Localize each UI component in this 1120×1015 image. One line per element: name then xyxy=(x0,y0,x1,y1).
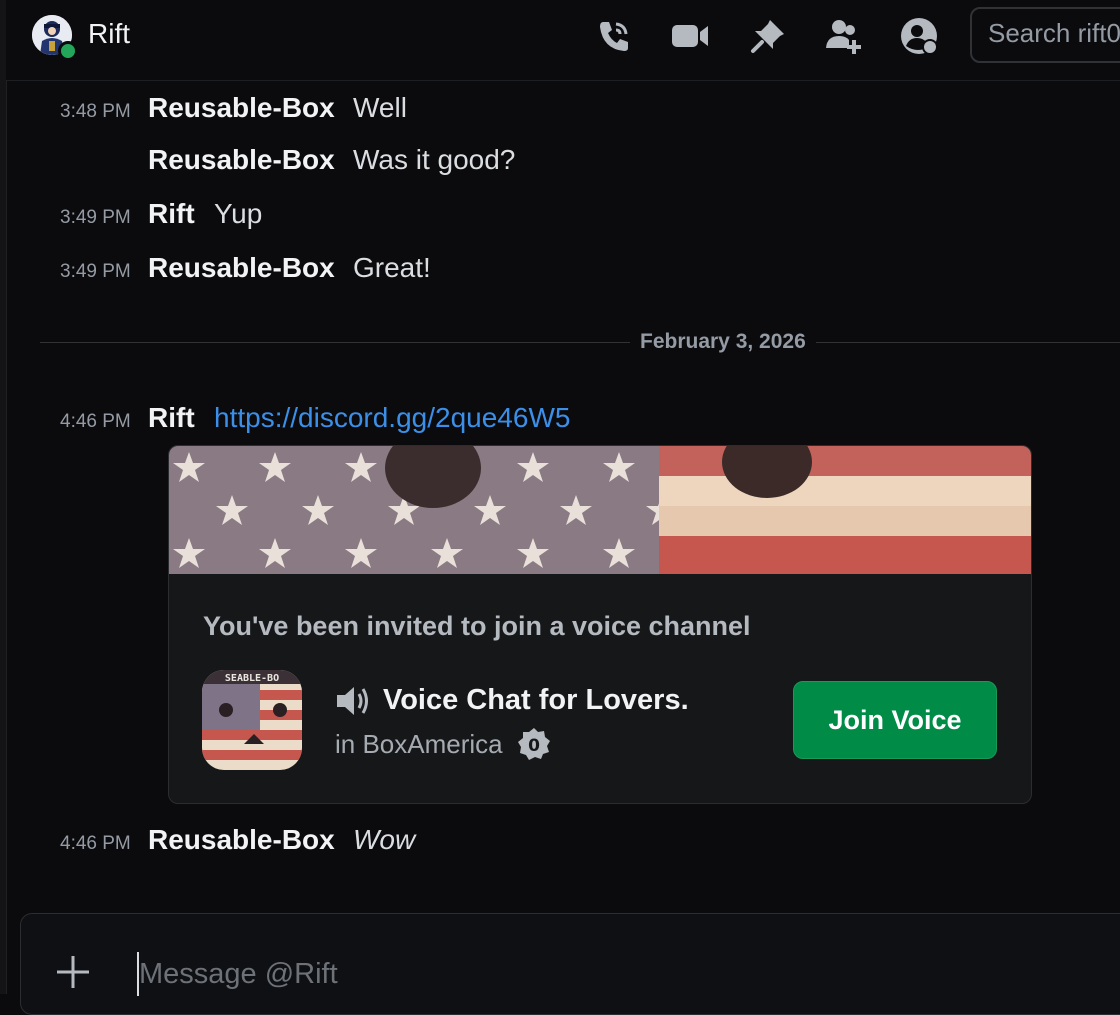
search-box[interactable] xyxy=(970,7,1120,63)
badge-text: 0 xyxy=(528,736,540,756)
voice-channel-name: Voice Chat for Lovers. xyxy=(383,684,689,716)
voice-invite-card: You've been invited to join a voice chan… xyxy=(168,445,1032,804)
date-divider-line xyxy=(40,342,1120,343)
message-author[interactable]: Reusable-Box xyxy=(148,92,335,124)
video-call-icon[interactable] xyxy=(670,16,710,56)
message-timestamp: 4:46 PM xyxy=(60,833,131,854)
voice-call-icon[interactable] xyxy=(594,16,634,56)
search-input[interactable] xyxy=(972,9,1120,57)
message-timestamp: 3:48 PM xyxy=(60,101,131,122)
voice-channel-speaker-icon xyxy=(335,683,371,719)
message-author[interactable]: Reusable-Box xyxy=(148,252,335,284)
server-name: in BoxAmerica xyxy=(335,729,503,759)
add-attachment-plus-icon[interactable] xyxy=(55,954,91,990)
message-text: Great! xyxy=(353,252,431,283)
message-author[interactable]: Rift xyxy=(148,402,195,434)
message-text: Well xyxy=(353,92,407,123)
message-text: Yup xyxy=(214,198,263,229)
message-author[interactable]: Reusable-Box xyxy=(148,144,335,176)
message-timestamp: 4:46 PM xyxy=(60,411,131,432)
user-profile-icon[interactable] xyxy=(899,16,939,56)
date-divider: February 3, 2026 xyxy=(630,330,816,354)
dm-title[interactable]: Rift xyxy=(88,18,130,50)
add-friends-to-dm-icon[interactable] xyxy=(824,16,864,56)
pinned-messages-icon[interactable] xyxy=(748,16,788,56)
message-text: Wow xyxy=(353,824,416,855)
message-author[interactable]: Rift xyxy=(148,198,195,230)
invite-heading: You've been invited to join a voice chan… xyxy=(203,611,751,641)
dm-header: Rift xyxy=(6,0,1120,81)
message-text: Was it good? xyxy=(353,144,516,175)
server-boost-badge-icon: 0 xyxy=(517,727,551,761)
server-icon-text: SEABLE-BO xyxy=(225,673,279,684)
left-panel-edge xyxy=(0,0,7,994)
server-icon[interactable]: SEABLE-BO xyxy=(202,670,302,770)
invite-banner-image xyxy=(169,446,1031,574)
online-status-dot xyxy=(58,41,78,61)
message-timestamp: 3:49 PM xyxy=(60,207,131,228)
message-timestamp: 3:49 PM xyxy=(60,261,131,282)
invite-link[interactable]: https://discord.gg/2que46W5 xyxy=(214,402,570,434)
join-voice-button[interactable]: Join Voice xyxy=(793,681,997,759)
message-input[interactable] xyxy=(137,952,939,996)
message-author[interactable]: Reusable-Box xyxy=(148,824,335,856)
message-composer xyxy=(20,913,1120,1015)
